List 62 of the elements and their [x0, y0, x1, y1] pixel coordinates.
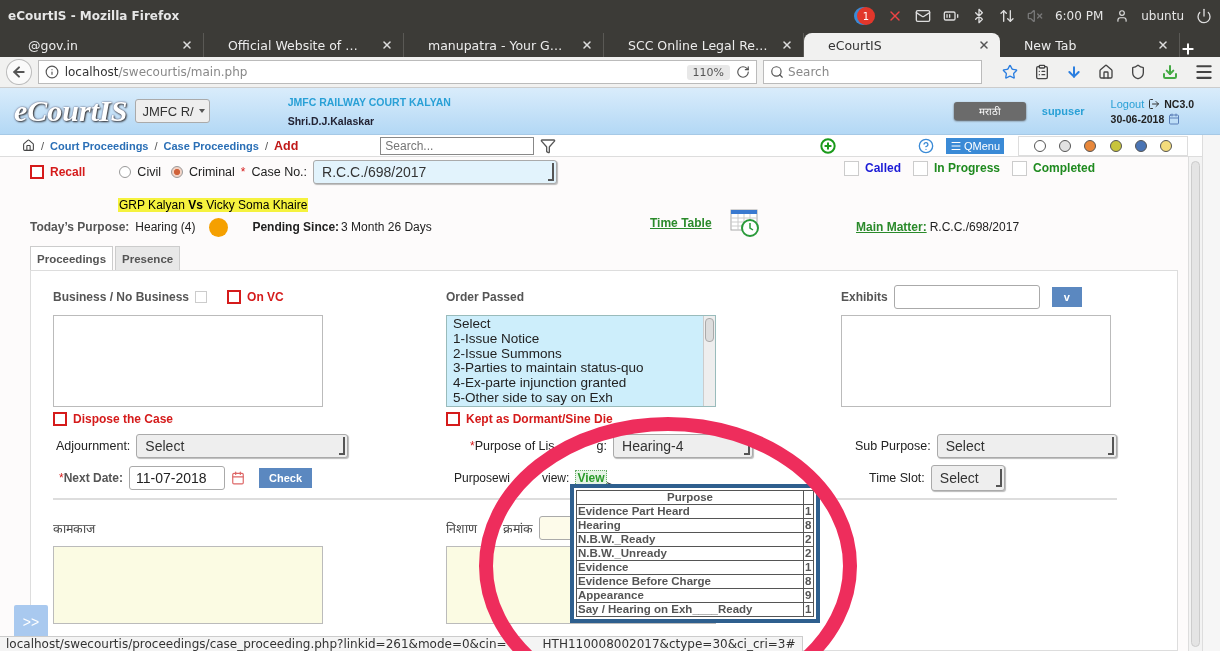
table-cell: Appearance	[576, 588, 804, 603]
table-cell: 2	[803, 532, 814, 547]
dormant-label: Kept as Dormant/Sine Die	[466, 412, 613, 426]
breadcrumb-separator: /	[264, 139, 268, 152]
todays-purpose-label: Today’s Purpose:	[30, 220, 130, 234]
recall-label: Recall	[50, 165, 86, 179]
status-url: localhost/swecourtis/proceedings/case_proceeding.php?linkid=261&mode=0&cin=	[6, 637, 507, 651]
date-label: 30-06-2018	[1110, 112, 1165, 125]
status-url-end: HTH110008002017&ctype=30&ci_cri=3#	[542, 637, 796, 651]
adjournment-label: Adjournment:	[56, 439, 131, 453]
sub-purpose-label: Sub Purpose:	[855, 439, 931, 453]
table-cell: Evidence	[576, 560, 804, 575]
radio-label: Civil	[137, 165, 161, 179]
purposewise-label-end: view:	[542, 471, 570, 485]
table-cell: N.B.W._Unready	[576, 546, 804, 561]
user-name: supuser	[1041, 105, 1085, 117]
table-cell: N.B.W._Ready	[576, 532, 804, 547]
table-cell: 1	[803, 602, 814, 617]
time-slot-label: Time Slot:	[869, 471, 925, 485]
dispose-label: Dispose the Case	[73, 412, 174, 426]
breadcrumb-separator: /	[154, 139, 158, 152]
purpose-label-end: g:	[596, 439, 608, 453]
table-cell: Evidence Before Charge	[576, 574, 804, 589]
kamkaj-label: कामकाज	[53, 520, 95, 537]
required-mark: *	[240, 165, 246, 179]
table-cell: 1	[803, 504, 814, 519]
status-label: Called	[865, 161, 901, 175]
todays-purpose-value: Hearing (4)	[135, 220, 196, 234]
exhibits-label: Exhibits	[841, 290, 888, 304]
order-passed-label: Order Passed	[446, 290, 525, 304]
required-mark: *	[59, 471, 64, 485]
table-header: Purpose	[576, 490, 804, 505]
table-cell: Evidence Part Heard	[576, 504, 804, 519]
radio-label: Criminal	[188, 165, 235, 179]
table-cell: 8	[803, 574, 814, 589]
breadcrumb-separator: /	[41, 139, 45, 152]
pending-since-value: 3 Month 26 Days	[341, 220, 432, 234]
table-cell: 9	[803, 588, 814, 603]
table-cell: Say / Hearing on Exh____Ready	[576, 602, 804, 617]
on-vc-label: On VC	[247, 290, 284, 304]
nishani-label: निशाण	[446, 520, 477, 537]
court-name: JMFC RAILWAY COURT KALYAN	[287, 95, 452, 108]
main-matter-value: R.C.C./698/2017	[929, 220, 1020, 234]
party-names: GRP Kalyan Vs Vicky Soma Khaire	[118, 198, 309, 212]
case-no-label: Case No.:	[251, 165, 308, 179]
purposewise-label: Purposewi	[454, 471, 511, 485]
table-cell: 1	[803, 560, 814, 575]
version-label: NC3.0	[1164, 97, 1194, 110]
status-label: Completed	[1033, 161, 1096, 175]
table-cell: 8	[803, 518, 814, 533]
status-label: In Progress	[934, 161, 1001, 175]
required-mark: *	[470, 439, 475, 453]
nishani-label-end: क्रमांक	[503, 520, 533, 537]
pending-since-label: Pending Since:	[252, 220, 340, 234]
app-logo: eCourtIS	[14, 94, 128, 128]
next-date-label: Next Date:	[63, 471, 124, 485]
judge-name: Shri.D.J.Kalaskar	[287, 114, 376, 127]
window-title: eCourtIS - Mozilla Firefox	[8, 9, 181, 23]
breadcrumb-current-page: Add	[273, 138, 299, 153]
business-label: Business / No Business	[53, 290, 190, 304]
table-cell: Hearing	[576, 518, 804, 533]
table-cell: 2	[803, 546, 814, 561]
